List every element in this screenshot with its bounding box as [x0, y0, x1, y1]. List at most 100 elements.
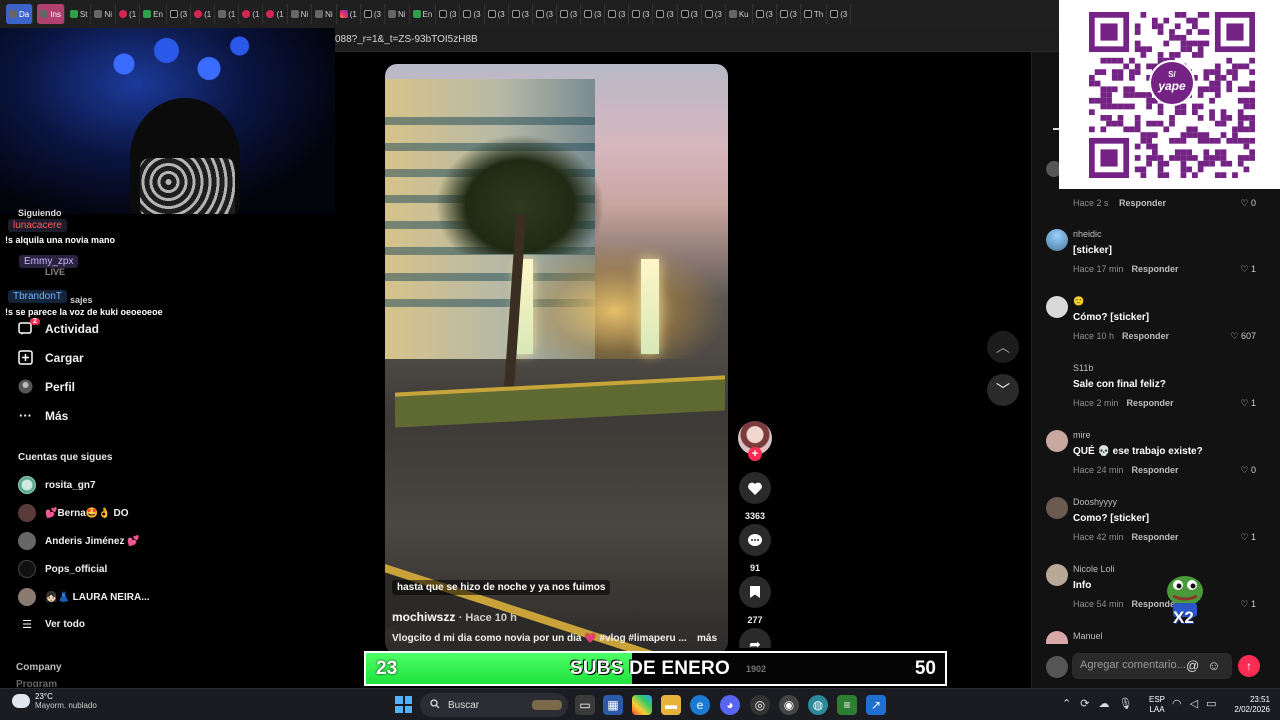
- mention-icon[interactable]: @: [1186, 658, 1199, 673]
- browser-tab[interactable]: Ni: [288, 4, 313, 24]
- footer-company-link[interactable]: Company: [16, 662, 62, 673]
- reply-button[interactable]: Responder: [1132, 264, 1179, 274]
- emoji-icon[interactable]: ☺: [1207, 658, 1220, 673]
- browser-tab[interactable]: (3: [702, 4, 726, 24]
- browser-tab[interactable]: (3: [827, 4, 852, 24]
- browser-tab[interactable]: (3: [629, 4, 654, 24]
- browser-tab[interactable]: (3: [361, 4, 385, 24]
- see-all-link[interactable]: ☰ Ver todo: [18, 617, 85, 632]
- browser-tab[interactable]: Ku: [726, 4, 753, 24]
- comment-user[interactable]: Nicole Loli: [1073, 564, 1115, 574]
- comment-user[interactable]: 🙂: [1073, 296, 1084, 307]
- chevron-up-icon[interactable]: ⌃: [1062, 697, 1071, 710]
- avatar[interactable]: [1046, 631, 1068, 644]
- comment-user[interactable]: Manuel: [1073, 631, 1103, 641]
- footer-program-link[interactable]: Program: [16, 679, 57, 687]
- browser-tab[interactable]: (3: [753, 4, 777, 24]
- browser-tab[interactable]: En: [410, 4, 437, 24]
- browser-tab[interactable]: (1: [239, 4, 264, 24]
- task-view-icon[interactable]: ▭: [575, 695, 595, 715]
- browser-tab[interactable]: St: [67, 4, 92, 24]
- reply-button[interactable]: Responder: [1132, 532, 1179, 542]
- browser-tab[interactable]: (3: [605, 4, 630, 24]
- comment-likes[interactable]: ♡ 0: [1240, 198, 1256, 209]
- app-icon[interactable]: ◎: [750, 695, 770, 715]
- following-account[interactable]: 👧🏻👗 LAURA NEIRA...: [18, 588, 150, 606]
- network-volume-battery[interactable]: ◠ ◁ ▭: [1172, 697, 1216, 710]
- weather-widget[interactable]: 23°C Mayorm. nublado: [12, 692, 97, 710]
- video-author[interactable]: mochiwszz · Hace 10 h: [392, 610, 517, 624]
- heart-icon[interactable]: [739, 472, 771, 504]
- browser-tab[interactable]: (3: [653, 4, 678, 24]
- browser-tab[interactable]: Ni: [91, 4, 117, 24]
- avatar[interactable]: [1046, 229, 1068, 251]
- comment-likes[interactable]: ♡ 607: [1230, 331, 1256, 342]
- nav-profile[interactable]: Perfil: [18, 379, 75, 394]
- avatar[interactable]: [1046, 497, 1068, 519]
- browser-tab[interactable]: (1: [337, 4, 361, 24]
- browser-tab[interactable]: (1: [116, 4, 141, 24]
- avatar[interactable]: [1046, 296, 1068, 318]
- obs-icon[interactable]: ◉: [779, 695, 799, 715]
- edge-icon[interactable]: e: [690, 695, 710, 715]
- comment-user[interactable]: Dooshyyyy: [1073, 497, 1117, 507]
- globe-icon[interactable]: ◍: [808, 695, 828, 715]
- onedrive-icon[interactable]: ☁: [1098, 697, 1109, 710]
- start-button[interactable]: [395, 696, 412, 713]
- browser-tab[interactable]: (1: [263, 4, 288, 24]
- comment-user[interactable]: mire: [1073, 430, 1091, 440]
- browser-tab[interactable]: (3: [581, 4, 606, 24]
- browser-tab[interactable]: (3: [509, 4, 533, 24]
- comment-likes[interactable]: ♡ 1: [1240, 599, 1256, 610]
- share-action[interactable]: ➦: [738, 628, 772, 648]
- browser-tab[interactable]: (3: [557, 4, 582, 24]
- browser-tab[interactable]: (3: [777, 4, 801, 24]
- send-comment-button[interactable]: ↑: [1238, 655, 1260, 677]
- browser-tab[interactable]: Ni: [385, 4, 410, 24]
- reply-button[interactable]: Responder: [1127, 398, 1174, 408]
- taskbar-search[interactable]: Buscar: [420, 693, 568, 717]
- comment-likes[interactable]: ♡ 1: [1240, 532, 1256, 543]
- browser-tab[interactable]: (3: [460, 4, 485, 24]
- like-action[interactable]: 3363: [738, 472, 772, 521]
- browser-tab[interactable]: (3: [533, 4, 557, 24]
- copilot-icon[interactable]: [632, 695, 652, 715]
- browser-tab[interactable]: Ni: [312, 4, 337, 24]
- author-name[interactable]: mochiwszz: [392, 610, 455, 624]
- nav-upload[interactable]: Cargar: [18, 350, 84, 365]
- url-text[interactable]: 088?_r=1&_t=ZS-93bTOI5zH8B: [335, 34, 478, 45]
- nav-more[interactable]: ··· Más: [18, 408, 68, 423]
- file-explorer-icon[interactable]: ▬: [661, 695, 681, 715]
- previous-video-button[interactable]: ︿: [987, 331, 1019, 363]
- browser-tab[interactable]: Th: [801, 4, 828, 24]
- follow-plus-button[interactable]: +: [748, 447, 762, 461]
- clock[interactable]: 23:51 2/02/2026: [1228, 695, 1270, 715]
- avatar[interactable]: [1046, 363, 1068, 385]
- more-link[interactable]: más: [697, 633, 717, 644]
- store-icon[interactable]: ▦: [603, 695, 623, 715]
- comment-user[interactable]: S11b: [1073, 363, 1093, 373]
- video-player[interactable]: [385, 64, 728, 654]
- microphone-icon[interactable]: 🎙: [1118, 697, 1132, 710]
- browser-tab[interactable]: En: [140, 4, 167, 24]
- avatar[interactable]: [1046, 430, 1068, 452]
- notepad-icon[interactable]: ≡: [837, 695, 857, 715]
- comment-icon[interactable]: [739, 524, 771, 556]
- system-tray[interactable]: ⌃ ⟳ ☁ 🎙: [1062, 697, 1132, 710]
- reply-button[interactable]: Responder: [1132, 465, 1179, 475]
- browser-tab[interactable]: (1: [191, 4, 216, 24]
- following-account[interactable]: Pops_official: [18, 560, 107, 578]
- browser-tab[interactable]: Da: [6, 4, 34, 24]
- browser-tab[interactable]: (3: [678, 4, 702, 24]
- address-bar[interactable]: 088?_r=1&_t=ZS-93bTOI5zH8B: [335, 28, 1060, 52]
- browser-tab[interactable]: (3: [485, 4, 509, 24]
- bookmark-icon[interactable]: [739, 576, 771, 608]
- comment-likes[interactable]: ♡ 0: [1240, 465, 1256, 476]
- browser-tab[interactable]: (3: [436, 4, 461, 24]
- save-action[interactable]: 277: [738, 576, 772, 625]
- discord-icon[interactable]: ◕: [720, 695, 740, 715]
- browser-tab[interactable]: (3: [167, 4, 192, 24]
- app-blue-icon[interactable]: ↗: [866, 695, 886, 715]
- avatar[interactable]: [1046, 564, 1068, 586]
- reply-button[interactable]: Responder: [1122, 331, 1169, 341]
